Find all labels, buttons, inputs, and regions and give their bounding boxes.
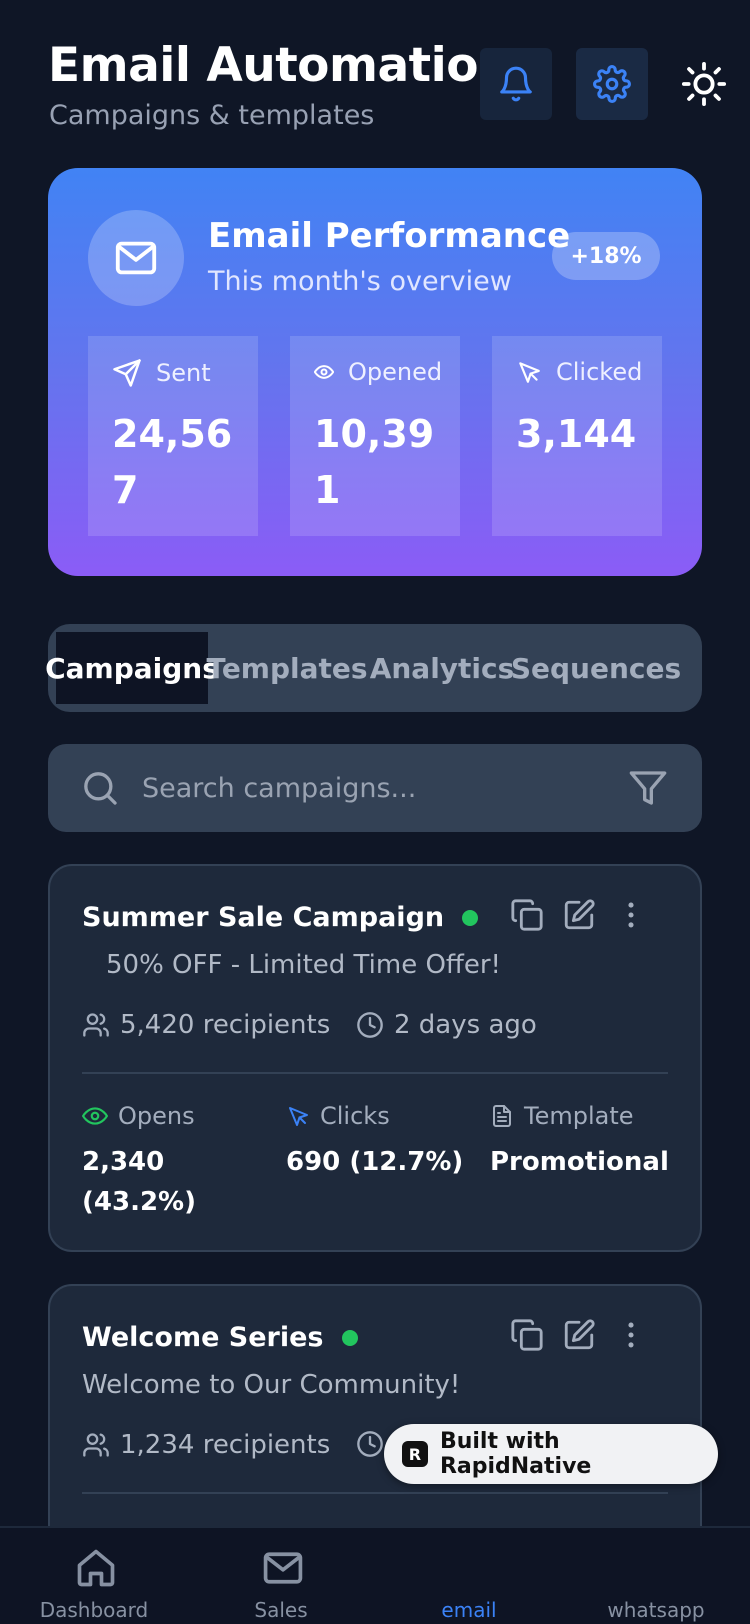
stat-value: 24,567 — [112, 412, 233, 512]
stat-label: Sent — [156, 359, 211, 387]
metric-value: 690 (12.7%) — [286, 1147, 464, 1177]
tab-campaigns[interactable]: Campaigns — [45, 632, 219, 704]
divider — [82, 1072, 668, 1074]
bell-icon — [500, 66, 532, 102]
metric-value: Promotional — [490, 1147, 669, 1177]
metric-label: Opens — [118, 1102, 195, 1130]
nav-email[interactable]: email — [394, 1528, 544, 1624]
recipients-count: 5,420 recipients — [120, 1010, 331, 1040]
copy-icon — [511, 899, 543, 931]
page-subtitle: Campaigns & templates — [49, 100, 375, 131]
cursor-icon — [519, 362, 540, 383]
edit-icon — [564, 1319, 595, 1350]
send-icon — [113, 359, 141, 387]
sun-icon — [681, 61, 727, 107]
nav-label: Sales — [254, 1598, 308, 1622]
campaign-subject: 50% OFF - Limited Time Offer! — [106, 950, 501, 980]
stat-label: Opened — [348, 358, 443, 386]
nav-dashboard[interactable]: Dashboard — [19, 1528, 169, 1624]
file-text-icon — [493, 1105, 511, 1127]
tab-bar: Campaigns Templates Analytics Sequences — [45, 624, 702, 712]
tab-templates[interactable]: Templates — [206, 632, 367, 704]
nav-whatsapp[interactable]: whatsapp — [581, 1528, 731, 1624]
campaign-time: 2 days ago — [394, 1010, 537, 1040]
campaign-subject: Welcome to Our Community! — [82, 1370, 461, 1400]
mail-icon — [263, 1552, 303, 1584]
copy-icon — [511, 1319, 543, 1351]
nav-label: Dashboard — [39, 1598, 149, 1622]
nav-label: email — [441, 1598, 497, 1622]
status-dot — [341, 1329, 358, 1346]
metric-opens: Opens 2,340 (43.2%) — [82, 1102, 272, 1222]
metric-clicks: Clicks 690 (12.7%) — [286, 1102, 476, 1182]
duplicate-button[interactable] — [510, 898, 544, 932]
status-dot — [462, 909, 479, 926]
settings-button[interactable] — [576, 48, 648, 120]
search-input[interactable] — [142, 764, 582, 812]
rapidnative-logo-icon: R — [402, 1441, 428, 1467]
metric-value: 2,340 (43.2%) — [82, 1147, 196, 1217]
metric-label: Clicks — [320, 1102, 390, 1130]
built-with-label: Built with RapidNative — [439, 1429, 592, 1479]
nav-sales[interactable]: Sales — [206, 1528, 356, 1624]
campaign-name: Welcome Series — [82, 1322, 324, 1353]
nav-label: whatsapp — [607, 1598, 705, 1622]
theme-toggle-button[interactable] — [668, 48, 740, 120]
performance-card: Email Performance This month's overview … — [48, 168, 702, 576]
page-title: Email Automation — [48, 38, 512, 93]
notifications-button[interactable] — [480, 48, 552, 120]
cursor-icon — [289, 1107, 308, 1126]
filter-icon[interactable] — [628, 768, 668, 808]
metric-template: Template Promotional — [490, 1102, 680, 1182]
campaign-card[interactable]: Summer Sale Campaign 50% OFF - Limited T… — [48, 864, 702, 1252]
edit-button[interactable] — [562, 1318, 596, 1352]
recipients-count: 1,234 recipients — [120, 1430, 331, 1460]
home-icon — [77, 1549, 115, 1587]
search-bar — [48, 744, 702, 832]
mail-avatar — [88, 210, 184, 306]
users-icon — [83, 1013, 109, 1037]
metric-label: Template — [524, 1102, 634, 1130]
growth-badge: +18% — [552, 232, 660, 280]
eye-icon — [82, 1107, 108, 1125]
edit-button[interactable] — [562, 898, 596, 932]
stat-clicked: Clicked 3,144 — [492, 336, 662, 536]
tab-analytics[interactable]: Analytics — [370, 632, 515, 704]
divider — [82, 1492, 668, 1494]
more-options-button[interactable] — [614, 898, 648, 932]
more-options-button[interactable] — [614, 1318, 648, 1352]
stat-value: 3,144 — [516, 412, 637, 456]
campaign-name: Summer Sale Campaign — [82, 902, 445, 933]
clock-icon — [357, 1012, 383, 1038]
more-vertical-icon — [628, 1322, 634, 1348]
stat-opened: Opened 10,391 — [290, 336, 460, 536]
users-icon — [83, 1433, 109, 1457]
performance-subtitle: This month's overview — [208, 266, 512, 297]
page-header: Email Automation Campaigns & templates — [48, 38, 727, 138]
stat-value: 10,391 — [314, 412, 435, 512]
duplicate-button[interactable] — [510, 1318, 544, 1352]
tab-sequences[interactable]: Sequences — [511, 632, 681, 704]
clock-icon — [357, 1431, 383, 1457]
gear-icon — [593, 65, 631, 103]
more-vertical-icon — [628, 902, 634, 928]
edit-icon — [564, 899, 595, 930]
eye-icon — [314, 365, 334, 379]
performance-title: Email Performance — [208, 216, 571, 256]
search-icon — [84, 772, 117, 805]
stat-sent: Sent 24,567 — [88, 336, 258, 536]
built-with-badge[interactable]: R Built with RapidNative — [384, 1424, 718, 1484]
bottom-navigation: Dashboard Sales email whatsapp — [0, 1526, 750, 1624]
stat-label: Clicked — [556, 358, 643, 386]
mail-icon — [115, 241, 157, 275]
